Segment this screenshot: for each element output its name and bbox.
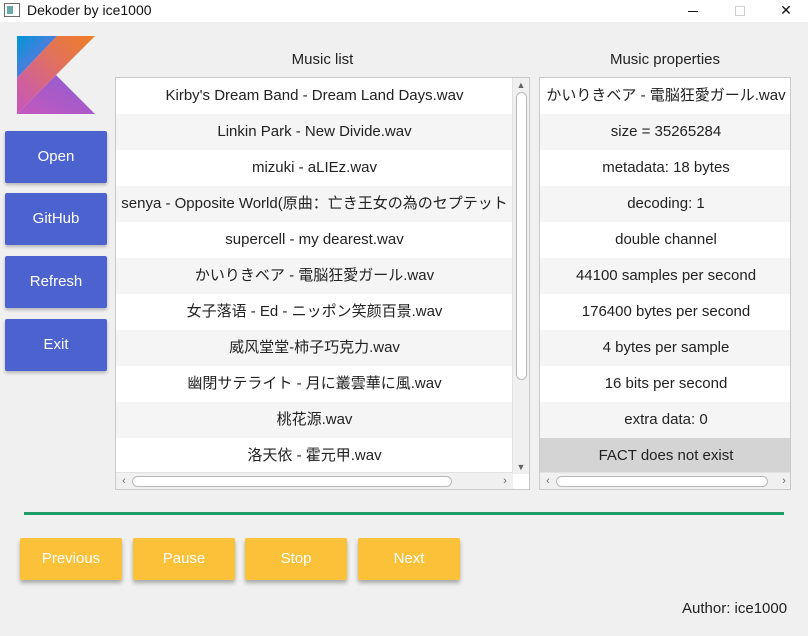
property-item[interactable]: size = 35265284: [540, 114, 790, 150]
property-item[interactable]: 4 bytes per sample: [540, 330, 790, 366]
scrollbar-thumb[interactable]: [516, 92, 527, 380]
property-item[interactable]: metadata: 18 bytes: [540, 150, 790, 186]
minimize-button[interactable]: [670, 0, 716, 22]
maximize-icon: [735, 6, 745, 17]
scroll-right-icon[interactable]: ›: [498, 474, 512, 489]
pause-button[interactable]: Pause: [133, 538, 235, 580]
open-button[interactable]: Open: [5, 131, 107, 183]
property-item[interactable]: extra data: 0: [540, 402, 790, 438]
list-item[interactable]: senya - Opposite World(原曲：亡き王女の為のセプテット: [116, 186, 513, 222]
music-properties-horizontal-scrollbar[interactable]: ‹ ›: [540, 472, 790, 489]
github-button[interactable]: GitHub: [5, 193, 107, 245]
title-bar: Dekoder by ice1000 ✕: [0, 0, 808, 22]
close-button[interactable]: ✕: [763, 0, 808, 22]
music-list-horizontal-scrollbar[interactable]: ‹ ›: [116, 472, 513, 489]
property-item[interactable]: decoding: 1: [540, 186, 790, 222]
list-item[interactable]: mizuki - aLIEz.wav: [116, 150, 513, 186]
music-list[interactable]: Kirby's Dream Band - Dream Land Days.wav…: [115, 77, 530, 490]
property-item[interactable]: 176400 bytes per second: [540, 294, 790, 330]
minimize-icon: [688, 10, 698, 12]
property-item[interactable]: 16 bits per second: [540, 366, 790, 402]
list-item[interactable]: 桃花源.wav: [116, 402, 513, 438]
list-item[interactable]: Kirby's Dream Band - Dream Land Days.wav: [116, 78, 513, 114]
list-item[interactable]: 威风堂堂-柿子巧克力.wav: [116, 330, 513, 366]
list-item[interactable]: 洛天依 - 霍元甲.wav: [116, 438, 513, 474]
music-properties-title: Music properties: [609, 51, 721, 68]
list-item[interactable]: Linkin Park - New Divide.wav: [116, 114, 513, 150]
stop-button[interactable]: Stop: [245, 538, 347, 580]
app-icon: [4, 3, 20, 17]
scroll-right-icon[interactable]: ›: [777, 474, 790, 489]
music-list-title: Music list: [291, 51, 354, 68]
music-properties[interactable]: かいりきベア - 電脳狂愛ガール.wav size = 35265284 metad…: [539, 77, 791, 490]
progress-divider: [24, 512, 784, 515]
kotlin-logo: [17, 36, 95, 114]
exit-button[interactable]: Exit: [5, 319, 107, 371]
previous-button[interactable]: Previous: [20, 538, 122, 580]
scroll-up-icon[interactable]: ▲: [513, 78, 529, 92]
property-item[interactable]: かいりきベア - 電脳狂愛ガール.wav: [540, 78, 790, 114]
scrollbar-thumb[interactable]: [132, 476, 452, 487]
property-item[interactable]: FACT does not exist: [540, 438, 790, 474]
author-label: Author: ice1000: [682, 600, 788, 617]
list-item[interactable]: 女子落语 - Ed - ニッポン笑颜百景.wav: [116, 294, 513, 330]
list-item[interactable]: supercell - my dearest.wav: [116, 222, 513, 258]
list-item[interactable]: 幽閉サテライト - 月に叢雲華に風.wav: [116, 366, 513, 402]
scroll-left-icon[interactable]: ‹: [117, 474, 131, 489]
maximize-button[interactable]: [717, 0, 763, 22]
scroll-down-icon[interactable]: ▼: [513, 460, 529, 474]
refresh-button[interactable]: Refresh: [5, 256, 107, 308]
property-item[interactable]: double channel: [540, 222, 790, 258]
list-item[interactable]: かいりきベア - 電脳狂愛ガール.wav: [116, 258, 513, 294]
scroll-left-icon[interactable]: ‹: [541, 474, 555, 489]
window-title: Dekoder by ice1000: [27, 2, 152, 18]
close-icon: ✕: [780, 2, 792, 18]
scrollbar-thumb[interactable]: [556, 476, 768, 487]
next-button[interactable]: Next: [358, 538, 460, 580]
music-list-vertical-scrollbar[interactable]: ▲ ▼: [512, 78, 529, 474]
property-item[interactable]: 44100 samples per second: [540, 258, 790, 294]
